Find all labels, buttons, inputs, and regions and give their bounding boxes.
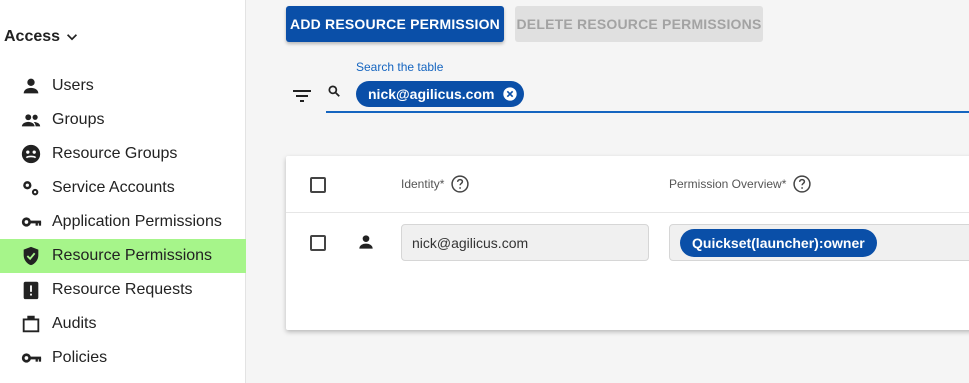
sidebar: Access Users Groups Resource Groups Serv… xyxy=(0,0,246,383)
sidebar-item-resource-permissions[interactable]: Resource Permissions xyxy=(0,239,246,273)
group-icon xyxy=(20,109,42,131)
chip-remove-icon[interactable] xyxy=(502,86,518,102)
row-checkbox[interactable] xyxy=(310,235,326,251)
search-chip-label: nick@agilicus.com xyxy=(368,86,495,102)
chevron-down-icon xyxy=(67,34,78,41)
filter-icon[interactable] xyxy=(290,84,314,108)
sidebar-item-label: Audits xyxy=(52,315,97,332)
add-resource-permission-button[interactable]: ADD RESOURCE PERMISSION xyxy=(286,6,504,42)
access-section-title: Access xyxy=(4,28,61,45)
sidebar-item-label: Users xyxy=(52,77,94,94)
request-icon xyxy=(20,279,42,301)
permission-chip-label: Quickset(launcher):owner xyxy=(692,235,865,251)
sidebar-item-label: Resource Requests xyxy=(52,281,193,298)
sidebar-item-users[interactable]: Users xyxy=(0,69,246,103)
key-icon xyxy=(20,347,42,369)
help-icon[interactable] xyxy=(450,174,470,194)
sidebar-nav: Users Groups Resource Groups Service Acc… xyxy=(0,69,246,375)
help-icon[interactable] xyxy=(792,174,812,194)
permission-column-header: Permission Overview* xyxy=(669,174,812,194)
sidebar-item-resource-requests[interactable]: Resource Requests xyxy=(0,273,246,307)
sidebar-item-label: Resource Permissions xyxy=(52,247,213,264)
sidebar-item-label: Groups xyxy=(52,111,105,128)
sidebar-item-service-accounts[interactable]: Service Accounts xyxy=(0,171,246,205)
sidebar-item-label: Service Accounts xyxy=(52,179,175,196)
service-accounts-icon xyxy=(20,177,42,199)
delete-resource-permissions-button[interactable]: DELETE RESOURCE PERMISSIONS xyxy=(515,6,763,42)
permission-header-label: Permission Overview* xyxy=(669,177,787,191)
identity-value: nick@agilicus.com xyxy=(412,234,529,251)
identity-field[interactable]: nick@agilicus.com xyxy=(401,224,649,261)
identity-column-header: Identity* xyxy=(401,174,470,194)
table-header-row: Identity* Permission Overview* xyxy=(286,156,969,213)
search-chip[interactable]: nick@agilicus.com xyxy=(356,81,525,107)
sidebar-item-label: Application Permissions xyxy=(52,213,222,230)
search-label: Search the table xyxy=(356,60,444,74)
sidebar-item-label: Policies xyxy=(52,349,108,366)
resource-groups-icon xyxy=(20,143,42,165)
shield-check-icon xyxy=(20,245,42,267)
sidebar-item-policies[interactable]: Policies xyxy=(0,341,246,375)
search-input-underline[interactable] xyxy=(326,111,969,113)
person-icon xyxy=(20,75,42,97)
sidebar-item-application-permissions[interactable]: Application Permissions xyxy=(0,205,246,239)
sidebar-item-groups[interactable]: Groups xyxy=(0,103,246,137)
permission-chip[interactable]: Quickset(launcher):owner xyxy=(680,229,877,257)
briefcase-icon xyxy=(20,313,42,335)
search-icon xyxy=(328,85,340,97)
sidebar-item-resource-groups[interactable]: Resource Groups xyxy=(0,137,246,171)
permissions-table: Identity* Permission Overview* nick@agil… xyxy=(286,156,969,330)
select-all-checkbox[interactable] xyxy=(310,177,326,193)
access-section-toggle[interactable]: Access xyxy=(4,27,82,47)
sidebar-item-audits[interactable]: Audits xyxy=(0,307,246,341)
sidebar-item-label: Resource Groups xyxy=(52,145,178,162)
identity-header-label: Identity* xyxy=(401,177,445,191)
key-icon xyxy=(20,211,42,233)
person-icon xyxy=(359,235,373,249)
